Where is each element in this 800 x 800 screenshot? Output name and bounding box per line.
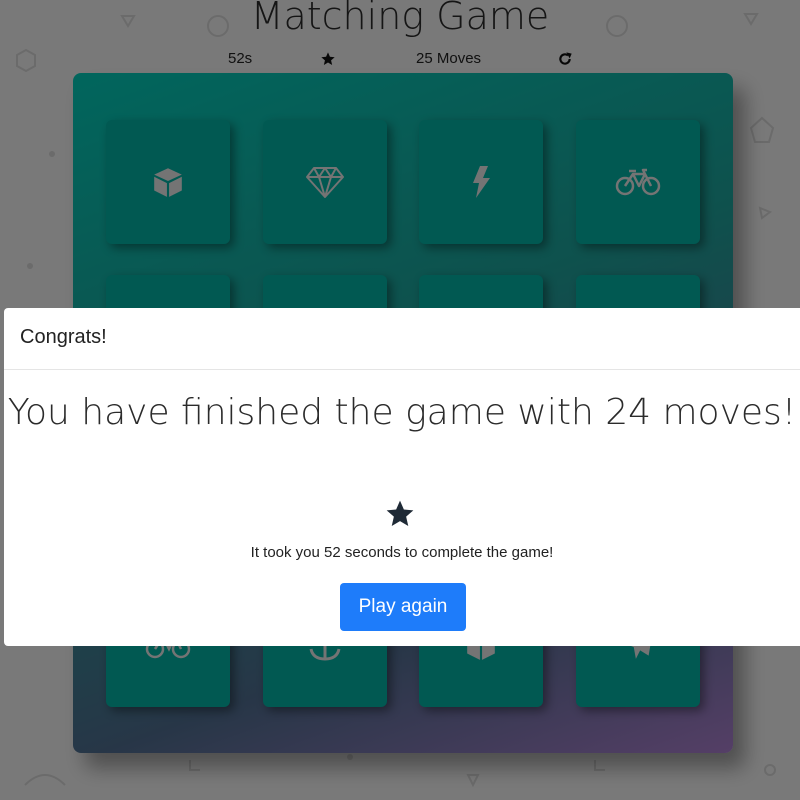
congrats-modal: Congrats! You have finished the game wit… — [4, 308, 800, 646]
modal-message: You have finished the game with 24 moves… — [7, 392, 797, 433]
play-again-button[interactable]: Play again — [340, 583, 466, 631]
modal-time-text: It took you 52 seconds to complete the g… — [250, 544, 554, 561]
star-icon — [384, 498, 416, 535]
modal-header: Congrats! — [4, 308, 800, 370]
